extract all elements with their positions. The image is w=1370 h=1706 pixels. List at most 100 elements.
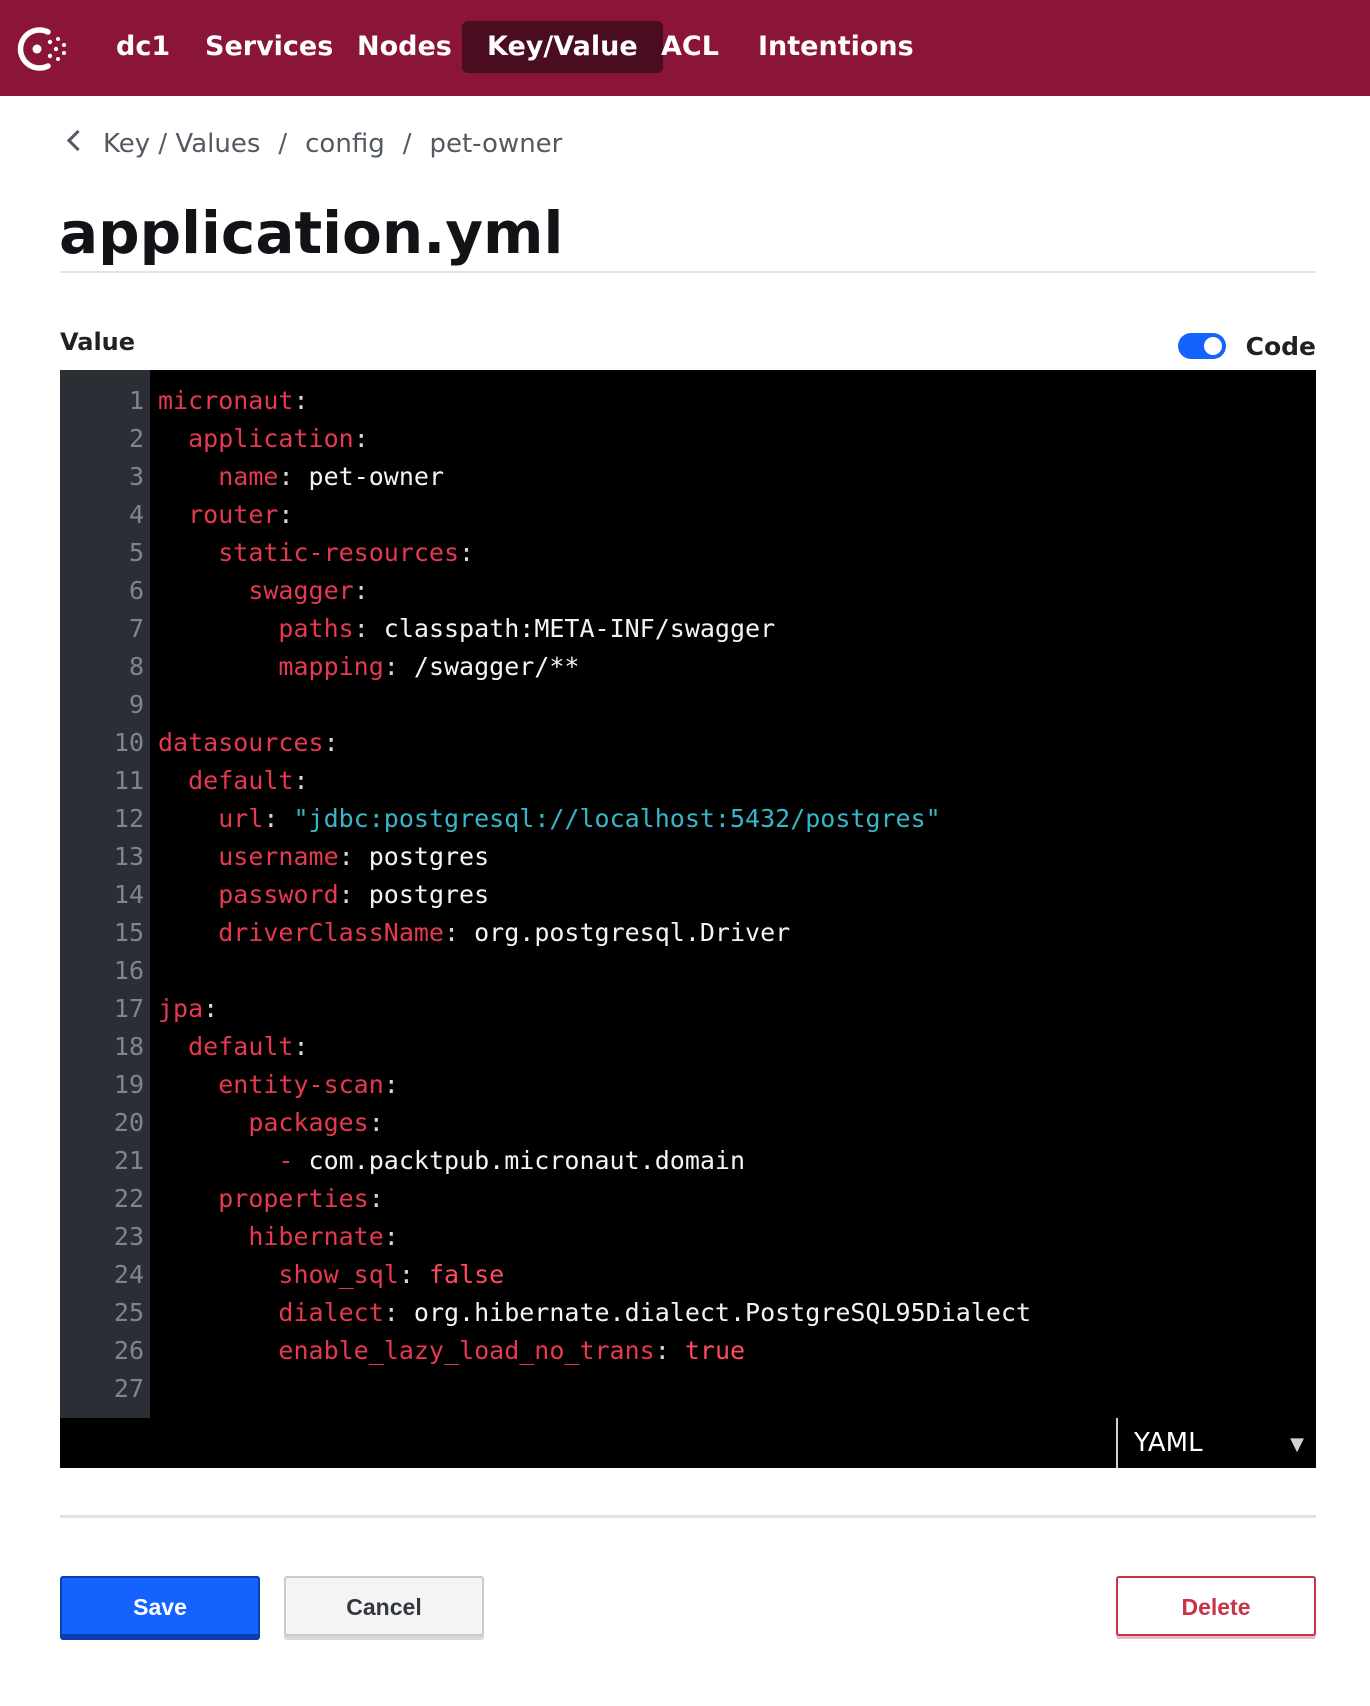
code-token: - bbox=[278, 1146, 294, 1175]
code-line[interactable]: 4 router: bbox=[60, 496, 1316, 534]
line-text[interactable]: properties: bbox=[158, 1180, 384, 1218]
code-token: : bbox=[203, 994, 219, 1023]
code-line[interactable]: 15 driverClassName: org.postgresql.Drive… bbox=[60, 914, 1316, 952]
line-text[interactable]: password: postgres bbox=[158, 876, 489, 914]
code-token: micronaut bbox=[158, 386, 294, 415]
code-line[interactable]: 2 application: bbox=[60, 420, 1316, 458]
line-number: 1 bbox=[128, 386, 144, 415]
code-line[interactable]: 22 properties: bbox=[60, 1180, 1316, 1218]
code-line[interactable]: 17 jpa: bbox=[60, 990, 1316, 1028]
code-line[interactable]: 3 name: pet-owner bbox=[60, 458, 1316, 496]
code-line[interactable]: 20 packages: bbox=[60, 1104, 1316, 1142]
code-line[interactable]: 1 micronaut: bbox=[60, 382, 1316, 420]
nav-item-key-value[interactable]: Key/Value bbox=[462, 21, 663, 73]
code-token: dialect bbox=[278, 1298, 384, 1327]
line-text[interactable]: datasources: bbox=[158, 724, 339, 762]
line-number: 24 bbox=[113, 1260, 144, 1289]
code-line[interactable]: 9 bbox=[60, 686, 1316, 724]
code-token: : bbox=[338, 842, 354, 871]
line-number: 10 bbox=[113, 728, 144, 757]
line-text[interactable]: jpa: bbox=[158, 990, 218, 1028]
line-text[interactable]: show_sql: false bbox=[158, 1256, 504, 1294]
code-line[interactable]: 21 - com.packtpub.micronaut.domain bbox=[60, 1142, 1316, 1180]
breadcrumb-pet-owner[interactable]: pet-owner bbox=[429, 129, 562, 159]
consul-logo-icon[interactable] bbox=[10, 24, 70, 74]
code-lines[interactable]: 1 micronaut: 2 application: 3 name: pet-own… bbox=[60, 382, 1316, 1408]
code-line[interactable]: 19 entity-scan: bbox=[60, 1066, 1316, 1104]
line-text[interactable]: username: postgres bbox=[158, 838, 489, 876]
nav-item-dc1[interactable]: dc1 bbox=[116, 21, 170, 73]
line-number: 5 bbox=[128, 538, 144, 567]
code-line[interactable]: 26 enable_lazy_load_no_trans: true bbox=[60, 1332, 1316, 1370]
line-number: 19 bbox=[113, 1070, 144, 1099]
line-text[interactable]: dialect: org.hibernate.dialect.PostgreSQ… bbox=[158, 1294, 1031, 1332]
line-text[interactable]: default: bbox=[158, 1028, 308, 1066]
code-line[interactable]: 6 swagger: bbox=[60, 572, 1316, 610]
code-line[interactable]: 11 default: bbox=[60, 762, 1316, 800]
code-line[interactable]: 13 username: postgres bbox=[60, 838, 1316, 876]
line-text[interactable]: entity-scan: bbox=[158, 1066, 399, 1104]
line-number: 26 bbox=[113, 1336, 144, 1365]
line-text[interactable]: name: pet-owner bbox=[158, 458, 444, 496]
code-line[interactable]: 18 default: bbox=[60, 1028, 1316, 1066]
line-text[interactable]: url: "jdbc:postgresql://localhost:5432/p… bbox=[158, 800, 941, 838]
breadcrumb-config[interactable]: config bbox=[305, 129, 385, 159]
line-text[interactable]: micronaut: bbox=[158, 382, 309, 420]
code-line[interactable]: 10 datasources: bbox=[60, 724, 1316, 762]
code-token: name bbox=[218, 462, 279, 491]
code-token: properties bbox=[218, 1184, 369, 1213]
line-text[interactable]: static-resources: bbox=[158, 534, 474, 572]
line-text[interactable]: default: bbox=[158, 762, 308, 800]
code-line[interactable]: 14 password: postgres bbox=[60, 876, 1316, 914]
code-line[interactable]: 23 hibernate: bbox=[60, 1218, 1316, 1256]
nav-item-services[interactable]: Services bbox=[205, 21, 333, 73]
code-token: : bbox=[353, 614, 369, 643]
line-number: 22 bbox=[113, 1184, 144, 1213]
code-token: : bbox=[383, 1298, 399, 1327]
line-text[interactable]: hibernate: bbox=[158, 1218, 399, 1256]
code-token: org.hibernate.dialect.PostgreSQL95Dialec… bbox=[398, 1298, 1031, 1327]
code-toggle[interactable]: Code bbox=[1177, 328, 1316, 364]
line-number: 14 bbox=[113, 880, 144, 909]
nav-item-acl[interactable]: ACL bbox=[661, 21, 719, 73]
code-toggle-switch[interactable] bbox=[1177, 333, 1226, 359]
code-token: default bbox=[188, 1032, 294, 1061]
code-line[interactable]: 7 paths: classpath:META-INF/swagger bbox=[60, 610, 1316, 648]
line-number: 25 bbox=[113, 1298, 144, 1327]
line-text[interactable]: driverClassName: org.postgresql.Driver bbox=[158, 914, 790, 952]
code-line[interactable]: 8 mapping: /swagger/** bbox=[60, 648, 1316, 686]
line-text[interactable]: router: bbox=[158, 496, 293, 534]
chevron-left-icon[interactable] bbox=[66, 129, 89, 152]
code-line[interactable]: 27 bbox=[60, 1370, 1316, 1408]
nav-item-nodes[interactable]: Nodes bbox=[357, 21, 452, 73]
delete-button[interactable]: Delete bbox=[1116, 1576, 1316, 1636]
line-text[interactable]: mapping: /swagger/** bbox=[158, 648, 579, 686]
code-token: router bbox=[188, 500, 279, 529]
line-text[interactable]: application: bbox=[158, 420, 369, 458]
line-text[interactable]: swagger: bbox=[158, 572, 368, 610]
code-line[interactable]: 12 url: "jdbc:postgresql://localhost:543… bbox=[60, 800, 1316, 838]
line-text[interactable]: enable_lazy_load_no_trans: true bbox=[158, 1332, 745, 1370]
save-button[interactable]: Save bbox=[60, 1576, 260, 1636]
code-line[interactable]: 16 bbox=[60, 952, 1316, 990]
line-text[interactable]: paths: classpath:META-INF/swagger bbox=[158, 610, 775, 648]
code-editor[interactable]: 1 micronaut: 2 application: 3 name: pet-own… bbox=[60, 370, 1316, 1468]
line-number: 18 bbox=[113, 1032, 144, 1061]
code-line[interactable]: 24 show_sql: false bbox=[60, 1256, 1316, 1294]
top-navigation: dc1 Services Nodes Key/Value ACL Intenti… bbox=[0, 0, 1370, 96]
line-text[interactable]: - com.packtpub.micronaut.domain bbox=[158, 1142, 745, 1180]
line-number: 15 bbox=[113, 918, 144, 947]
nav-item-intentions[interactable]: Intentions bbox=[758, 21, 914, 73]
line-text[interactable]: packages: bbox=[158, 1104, 383, 1142]
code-token: : bbox=[323, 728, 339, 757]
code-line[interactable]: 5 static-resources: bbox=[60, 534, 1316, 572]
cancel-button[interactable]: Cancel bbox=[284, 1576, 484, 1636]
code-line[interactable]: 25 dialect: org.hibernate.dialect.Postgr… bbox=[60, 1294, 1316, 1332]
syntax-mode-select[interactable]: YAML ▼ bbox=[1116, 1418, 1316, 1468]
breadcrumb-key-values[interactable]: Key / Values bbox=[103, 129, 260, 159]
